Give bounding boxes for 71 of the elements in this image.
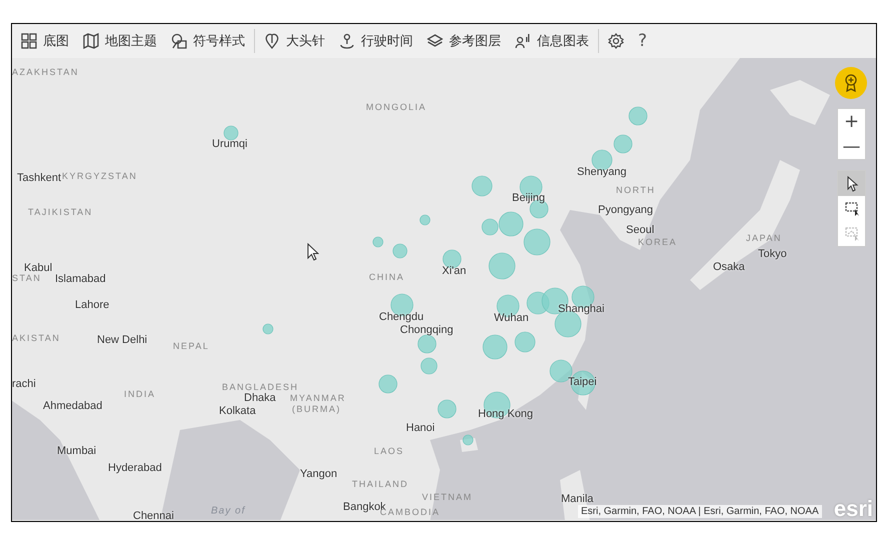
country-label: LAOS [374, 446, 404, 456]
country-label: BANGLADESH [222, 382, 299, 392]
layers-icon [427, 33, 443, 49]
city-label: Ahmedabad [43, 400, 102, 412]
city-label: Urumqi [212, 138, 248, 150]
lasso-icon [844, 225, 860, 242]
city-label: Chongqing [400, 324, 454, 336]
country-label: KYRGYZSTAN [62, 171, 138, 181]
country-label: TAJIKISTAN [28, 207, 93, 217]
city-label: New Delhi [97, 334, 148, 346]
basemap-button[interactable]: 底图 [14, 27, 76, 55]
city-label: Hong Kong [478, 408, 534, 420]
city-label: Hanoi [406, 422, 435, 434]
city-label: Islamabad [55, 273, 106, 285]
country-label: KOREA [638, 237, 678, 247]
country-label: STAN [12, 273, 42, 283]
dashed-rectangle-icon [844, 200, 860, 217]
map-icon [83, 33, 99, 49]
island-shape [770, 80, 830, 125]
city-label: Seoul [626, 224, 654, 236]
city-label: Shanghai [558, 303, 604, 315]
symbol-button[interactable]: 符号样式 [164, 27, 252, 55]
city-label: Kolkata [219, 405, 256, 417]
country-label: THAILAND [352, 479, 409, 489]
country-label: INDIA [124, 389, 156, 399]
map-attribution: Esri, Garmin, FAO, NOAA | Esri, Garmin, FAO, NOAA [578, 505, 822, 518]
city-label: Taipei [568, 376, 597, 388]
country-label: VIETNAM [422, 492, 473, 502]
city-label: rachi [12, 378, 36, 390]
theme-button[interactable]: 地图主题 [76, 27, 164, 55]
pin-button[interactable]: 大头针 [257, 27, 332, 55]
city-label: Dhaka [244, 392, 276, 404]
pin-icon [264, 33, 280, 49]
help-button[interactable]: ? [631, 27, 654, 55]
country-label: JAPAN [746, 233, 782, 243]
grid-icon [21, 33, 37, 49]
city-label: Kabul [24, 262, 52, 274]
city-label: Hyderabad [108, 462, 162, 474]
city-label: Pyongyang [598, 204, 654, 216]
country-label: AZAKHSTAN [12, 67, 79, 77]
layers-button[interactable]: 参考图层 [420, 27, 508, 55]
pointer-select-button[interactable] [838, 171, 865, 196]
city-label: Lahore [75, 299, 110, 311]
country-label: AKISTAN [12, 333, 60, 343]
city-label: Xi'an [442, 265, 466, 277]
city-label: Wuhan [494, 312, 529, 324]
city-label: Tashkent [17, 172, 62, 184]
mouse-cursor-icon [307, 243, 319, 261]
settings-icon [608, 33, 624, 49]
country-label: NORTH [616, 185, 656, 195]
drive-button[interactable]: 行驶时间 [332, 27, 420, 55]
person-pin-icon [339, 33, 355, 49]
country-label: MONGOLIA [366, 102, 427, 112]
city-label: Tokyo [758, 248, 787, 260]
city-label: Mumbai [57, 445, 96, 457]
city-label: Shenyang [577, 166, 627, 178]
country-label: (BURMA) [292, 404, 341, 414]
city-label: Beijing [512, 192, 546, 204]
ribbon-icon [843, 74, 859, 92]
city-label: Chennai [133, 510, 174, 521]
sea-label: Bay of [211, 506, 246, 516]
city-label: Osaka [713, 261, 745, 273]
country-label: MYANMAR [290, 393, 346, 403]
person-chart-icon [515, 33, 531, 49]
country-label: NEPAL [173, 341, 210, 351]
city-label: Manila [561, 493, 594, 505]
shapes-icon [171, 33, 187, 49]
infographic-button[interactable]: 信息图表 [508, 27, 596, 55]
city-label: Chengdu [379, 311, 424, 323]
city-label: Yangon [300, 468, 338, 480]
country-label: CHINA [369, 272, 405, 282]
